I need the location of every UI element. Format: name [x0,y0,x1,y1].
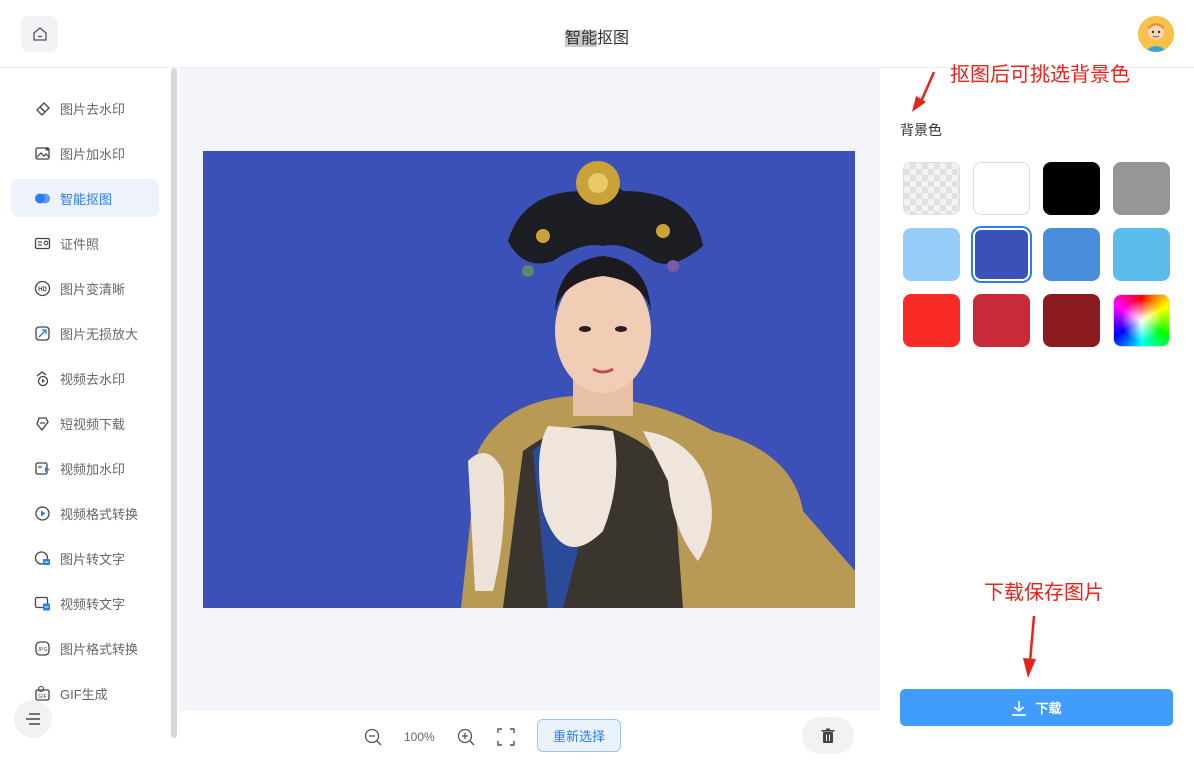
cutout-icon [34,190,51,207]
zoom-level: 100% [404,730,435,744]
color-swatch-custom[interactable] [1113,294,1170,347]
color-swatch-sky-blue[interactable] [1113,228,1170,281]
sidebar-item-label: 图片格式转换 [60,641,139,657]
image-to-text-icon [34,550,51,567]
sidebar-item[interactable]: 视频去水印 [11,359,159,397]
sidebar-item[interactable]: 图片去水印 [11,89,159,127]
download-label: 下载 [1035,701,1062,716]
sidebar-item-label: 图片去水印 [60,101,126,117]
menu-collapse-icon [26,713,40,725]
sidebar-item[interactable]: 短视频下载 [11,404,159,442]
delete-button[interactable] [802,717,854,754]
zoom-in-button[interactable] [457,728,475,746]
sidebar-item[interactable]: 图片转文字 [11,539,159,577]
sidebar-item-label: 视频转文字 [60,596,126,612]
sidebar-item[interactable]: 证件照 [11,224,159,262]
sidebar-item-label: 视频格式转换 [60,506,139,522]
enlarge-icon [34,325,51,342]
sidebar-item-label: 图片无损放大 [60,326,139,342]
sidebar-item-label: 智能抠图 [60,191,113,207]
avatar[interactable] [1138,16,1174,52]
annotation-arrow-background [912,71,936,112]
sidebar-item-label: 图片转文字 [60,551,126,567]
sidebar-item[interactable]: 图片无损放大 [11,314,159,352]
sidebar-item-label: 证件照 [60,236,100,252]
color-swatch-crimson[interactable] [973,294,1030,347]
image-convert-icon: JPG [34,640,51,657]
reselect-button[interactable]: 重新选择 [537,719,621,752]
id-card-icon [34,235,51,252]
svg-text:JPG: JPG [38,647,48,653]
sidebar-item-label: 图片加水印 [60,146,126,162]
canvas-toolbar: 100% 重新选择 [180,711,880,760]
color-swatch-red[interactable] [903,294,960,347]
zoom-in-icon [457,728,475,746]
image-watermark-icon [34,145,51,162]
sidebar-item[interactable]: JPG 图片格式转换 [11,629,159,667]
color-swatch-white[interactable] [973,162,1030,215]
sidebar-item-label: 短视频下载 [60,416,126,432]
fullscreen-icon [497,728,515,746]
cutout-result-image [203,151,855,608]
eraser-icon [34,100,51,117]
trash-icon [821,728,835,743]
hd-icon: HD [34,280,51,297]
sidebar-item-label: 图片变清晰 [60,281,126,297]
background-color-label: 背景色 [900,122,942,138]
sidebar-item-label: 视频去水印 [60,371,126,387]
sidebar-item-label: GIF生成 [60,686,108,702]
sidebar-item[interactable]: 智能抠图 [11,179,159,217]
video-eraser-icon [34,370,51,387]
color-swatch-blue[interactable] [1043,228,1100,281]
sidebar-item[interactable]: 视频格式转换 [11,494,159,532]
zoom-out-icon [364,728,382,746]
annotation-arrow-download [1023,615,1036,678]
download-button[interactable]: 下载 [900,689,1173,726]
sidebar-item-label: 视频加水印 [60,461,126,477]
sidebar-item[interactable]: 视频转文字 [11,584,159,622]
page-title: 智能抠图 [564,30,630,47]
sidebar-scrollbar[interactable] [171,68,177,738]
color-swatch-dark-red[interactable] [1043,294,1100,347]
color-swatch-gray[interactable] [1113,162,1170,215]
fit-screen-button[interactable] [497,728,515,746]
svg-text:GIF: GIF [38,694,46,700]
video-convert-icon [34,505,51,522]
collapse-menu-button[interactable] [14,700,52,738]
zoom-out-button[interactable] [364,728,382,746]
sidebar-item[interactable]: 图片加水印 [11,134,159,172]
sidebar-item[interactable]: 视频加水印 [11,449,159,487]
color-swatch-royal-blue[interactable] [973,228,1030,281]
annotation-text-download: 下载保存图片 [984,582,1104,604]
download-icon [1012,700,1027,716]
video-watermark-icon [34,460,51,477]
annotation-text-background: 抠图后可挑选背景色 [950,64,1130,86]
svg-text:HD: HD [38,287,47,293]
color-swatch-black[interactable] [1043,162,1100,215]
sidebar-item[interactable]: HD 图片变清晰 [11,269,159,307]
link-download-icon [34,415,51,432]
gif-icon: GIF [34,685,51,702]
color-swatch-transparent[interactable] [903,162,960,215]
sidebar: 图片去水印图片加水印智能抠图证件照 HD 图片变清晰图片无损放大 视频去水印短视频下载… [0,68,180,760]
color-swatch-light-blue[interactable] [903,228,960,281]
video-to-text-icon [34,595,51,612]
